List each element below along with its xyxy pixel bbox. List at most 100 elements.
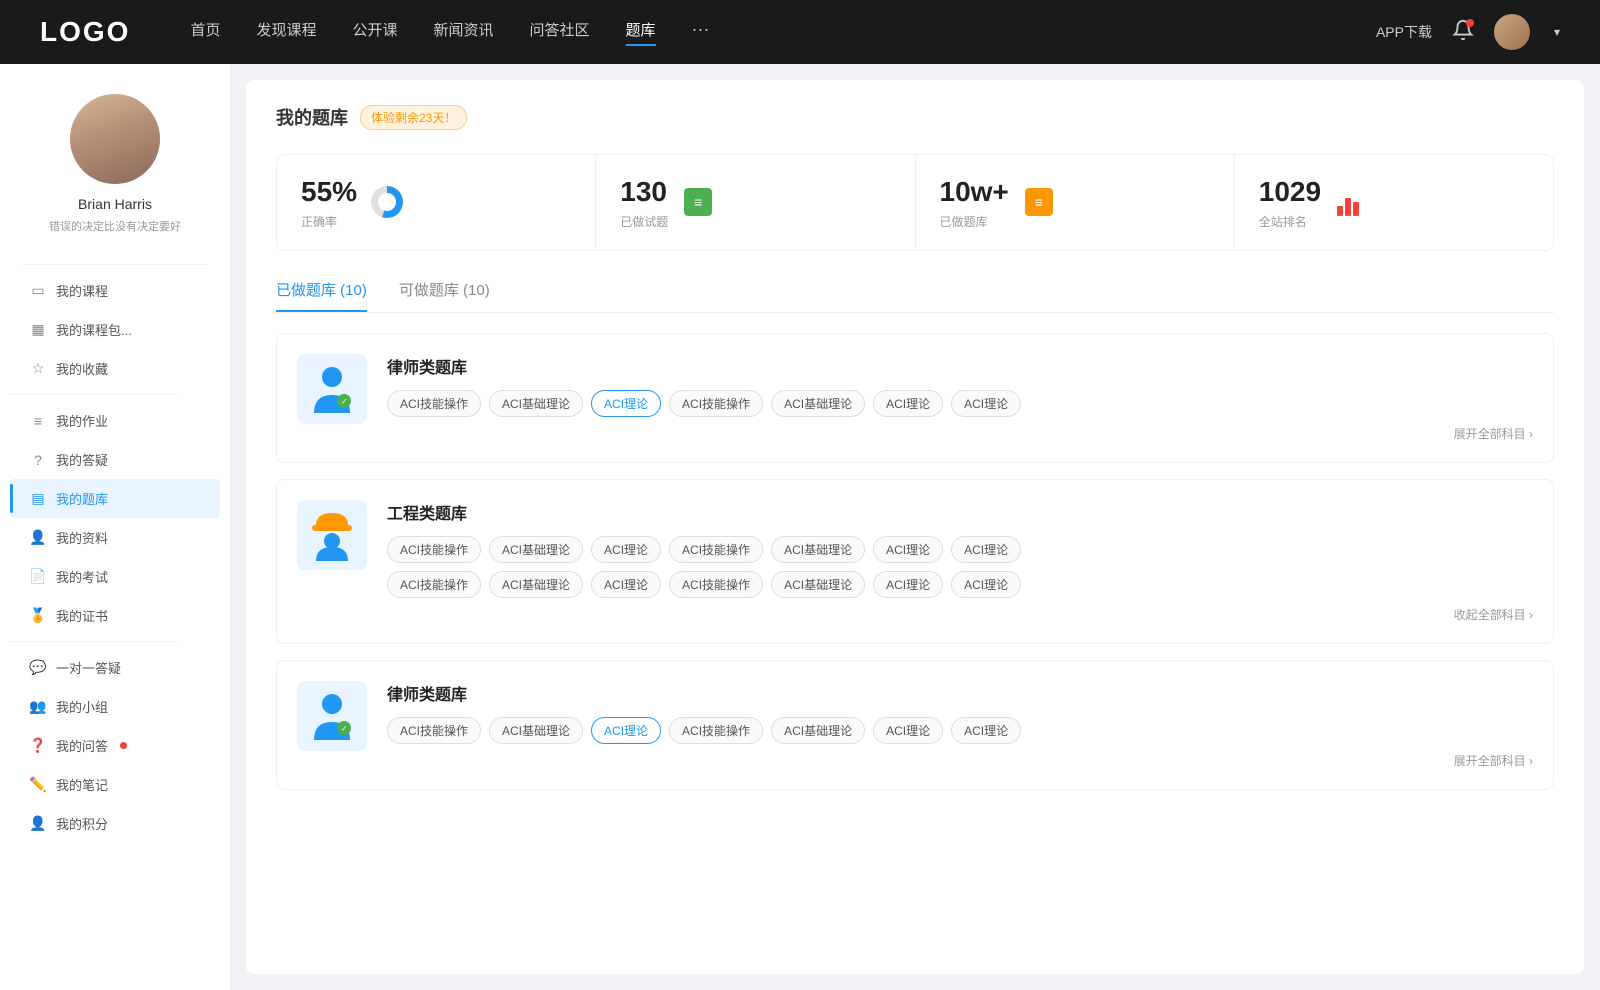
app-download[interactable]: APP下载 [1376, 22, 1432, 42]
sidebar-item-course-package[interactable]: ▦ 我的课程包... [10, 310, 220, 349]
sidebar-item-points[interactable]: 👤 我的积分 [10, 804, 220, 843]
nav-more[interactable]: ··· [692, 19, 710, 46]
tag-eng-5[interactable]: ACI理论 [873, 536, 943, 563]
tag-lawyer2-5[interactable]: ACI理论 [873, 717, 943, 744]
sidebar-item-exams[interactable]: 📄 我的考试 [10, 557, 220, 596]
tag-lawyer2-3[interactable]: ACI技能操作 [669, 717, 763, 744]
tag-lawyer1-6[interactable]: ACI理论 [951, 390, 1021, 417]
tag-eng2-4[interactable]: ACI基础理论 [771, 571, 865, 598]
user-avatar[interactable] [1494, 14, 1530, 50]
tag-eng2-0[interactable]: ACI技能操作 [387, 571, 481, 598]
sidebar-label-answers: 我的答疑 [56, 450, 108, 469]
nav-home[interactable]: 首页 [190, 19, 220, 46]
qbank-info-lawyer-2: 律师类题库 ACI技能操作 ACI基础理论 ACI理论 ACI技能操作 ACI基… [387, 681, 1533, 769]
sidebar-item-one-on-one[interactable]: 💬 一对一答疑 [10, 648, 220, 687]
user-menu-chevron[interactable]: ▾ [1554, 25, 1560, 39]
engineer-icon-svg [308, 509, 356, 561]
tag-lawyer2-0[interactable]: ACI技能操作 [387, 717, 481, 744]
stat-accuracy: 55% 正确率 [277, 155, 596, 250]
stat-done-questions-label: 已做试题 [620, 213, 668, 230]
qbank-section-lawyer-2: ✓ 律师类题库 ACI技能操作 ACI基础理论 ACI理论 ACI技能操作 AC… [276, 660, 1554, 790]
tag-eng-4[interactable]: ACI基础理论 [771, 536, 865, 563]
tab-done-banks[interactable]: 已做题库 (10) [276, 279, 367, 312]
nav-news[interactable]: 新闻资讯 [434, 19, 494, 46]
qbank-title-lawyer-2: 律师类题库 [387, 681, 1533, 705]
tag-lawyer1-4[interactable]: ACI基础理论 [771, 390, 865, 417]
myqa-icon: ❓ [30, 738, 46, 754]
tag-lawyer1-0[interactable]: ACI技能操作 [387, 390, 481, 417]
bar1 [1337, 206, 1343, 216]
sidebar-menu: ▭ 我的课程 ▦ 我的课程包... ☆ 我的收藏 ≡ 我的作业 ? 我的答疑 ▤ [0, 271, 230, 843]
stat-done-banks-text: 10w+ 已做题库 [940, 175, 1009, 230]
qbank-info-lawyer-1: 律师类题库 ACI技能操作 ACI基础理论 ACI理论 ACI技能操作 ACI基… [387, 354, 1533, 442]
qbank-section-engineer: 工程类题库 ACI技能操作 ACI基础理论 ACI理论 ACI技能操作 ACI基… [276, 479, 1554, 644]
notification-bell[interactable] [1452, 19, 1474, 46]
bar-chart-icon [1337, 188, 1365, 216]
sidebar-item-questionbank[interactable]: ▤ 我的题库 [10, 479, 220, 518]
nav-qa[interactable]: 问答社区 [530, 19, 590, 46]
svg-text:✓: ✓ [341, 724, 348, 733]
sidebar-item-notes[interactable]: ✏️ 我的笔记 [10, 765, 220, 804]
page-container: Brian Harris 错误的决定比没有决定要好 ▭ 我的课程 ▦ 我的课程包… [0, 64, 1600, 990]
document-icon: ≡ [684, 188, 712, 216]
tag-eng-6[interactable]: ACI理论 [951, 536, 1021, 563]
tag-lawyer2-1[interactable]: ACI基础理论 [489, 717, 583, 744]
sidebar-item-group[interactable]: 👥 我的小组 [10, 687, 220, 726]
lawyer-icon-svg-2: ✓ [308, 690, 356, 742]
tag-eng-2[interactable]: ACI理论 [591, 536, 661, 563]
tag-lawyer2-6[interactable]: ACI理论 [951, 717, 1021, 744]
stat-done-questions-number: 130 [620, 175, 668, 209]
courses-icon: ▭ [30, 283, 46, 299]
avatar-image [70, 94, 160, 184]
stat-ranking-icon [1333, 184, 1369, 220]
tag-lawyer1-3[interactable]: ACI技能操作 [669, 390, 763, 417]
sidebar: Brian Harris 错误的决定比没有决定要好 ▭ 我的课程 ▦ 我的课程包… [0, 64, 230, 990]
nav-opencourse[interactable]: 公开课 [352, 19, 397, 46]
qbank-section-lawyer-1: ✓ 律师类题库 ACI技能操作 ACI基础理论 ACI理论 ACI技能操作 AC… [276, 333, 1554, 463]
list-icon: ≡ [1025, 188, 1053, 216]
stat-done-questions-text: 130 已做试题 [620, 175, 668, 230]
sidebar-item-my-qa[interactable]: ❓ 我的问答 [10, 726, 220, 765]
tag-lawyer2-2[interactable]: ACI理论 [591, 717, 661, 744]
stat-done-banks: 10w+ 已做题库 ≡ [916, 155, 1235, 250]
collapse-engineer[interactable]: 收起全部科目 › [387, 606, 1533, 623]
tag-lawyer1-1[interactable]: ACI基础理论 [489, 390, 583, 417]
sidebar-item-my-courses[interactable]: ▭ 我的课程 [10, 271, 220, 310]
nav-links: 首页 发现课程 公开课 新闻资讯 问答社区 题库 ··· [190, 19, 1376, 46]
tag-eng2-1[interactable]: ACI基础理论 [489, 571, 583, 598]
expand-lawyer-2[interactable]: 展开全部科目 › [387, 752, 1533, 769]
tag-eng2-6[interactable]: ACI理论 [951, 571, 1021, 598]
nav-discover[interactable]: 发现课程 [256, 19, 316, 46]
sidebar-label-questionbank: 我的题库 [56, 489, 108, 508]
tag-eng-3[interactable]: ACI技能操作 [669, 536, 763, 563]
expand-lawyer-1[interactable]: 展开全部科目 › [387, 425, 1533, 442]
lawyer-icon-svg: ✓ [308, 363, 356, 415]
sidebar-label-one-on-one: 一对一答疑 [56, 658, 121, 677]
tag-eng-0[interactable]: ACI技能操作 [387, 536, 481, 563]
tag-eng2-5[interactable]: ACI理论 [873, 571, 943, 598]
trial-badge: 体验剩余23天！ [360, 105, 467, 130]
sidebar-item-answers[interactable]: ? 我的答疑 [10, 440, 220, 479]
sidebar-item-homework[interactable]: ≡ 我的作业 [10, 401, 220, 440]
sidebar-username: Brian Harris [78, 196, 152, 212]
stat-accuracy-label: 正确率 [301, 213, 357, 230]
navbar-right: APP下载 ▾ [1376, 14, 1560, 50]
sidebar-item-materials[interactable]: 👤 我的资料 [10, 518, 220, 557]
tabs-row: 已做题库 (10) 可做题库 (10) [276, 279, 1554, 313]
stat-ranking-number: 1029 [1259, 175, 1321, 209]
tag-lawyer1-2[interactable]: ACI理论 [591, 390, 661, 417]
tag-lawyer1-5[interactable]: ACI理论 [873, 390, 943, 417]
tag-eng2-2[interactable]: ACI理论 [591, 571, 661, 598]
sidebar-item-favorites[interactable]: ☆ 我的收藏 [10, 349, 220, 388]
sidebar-item-certificates[interactable]: 🏅 我的证书 [10, 596, 220, 635]
tag-eng2-3[interactable]: ACI技能操作 [669, 571, 763, 598]
nav-questionbank[interactable]: 题库 [626, 19, 656, 46]
qbank-title-lawyer-1: 律师类题库 [387, 354, 1533, 378]
tab-available-banks[interactable]: 可做题库 (10) [399, 279, 490, 312]
stat-ranking: 1029 全站排名 [1235, 155, 1553, 250]
qbank-header-lawyer-2: ✓ 律师类题库 ACI技能操作 ACI基础理论 ACI理论 ACI技能操作 AC… [297, 681, 1533, 769]
tag-eng-1[interactable]: ACI基础理论 [489, 536, 583, 563]
sidebar-motto: 错误的决定比没有决定要好 [49, 218, 181, 234]
sidebar-label-points: 我的积分 [56, 814, 108, 833]
tag-lawyer2-4[interactable]: ACI基础理论 [771, 717, 865, 744]
